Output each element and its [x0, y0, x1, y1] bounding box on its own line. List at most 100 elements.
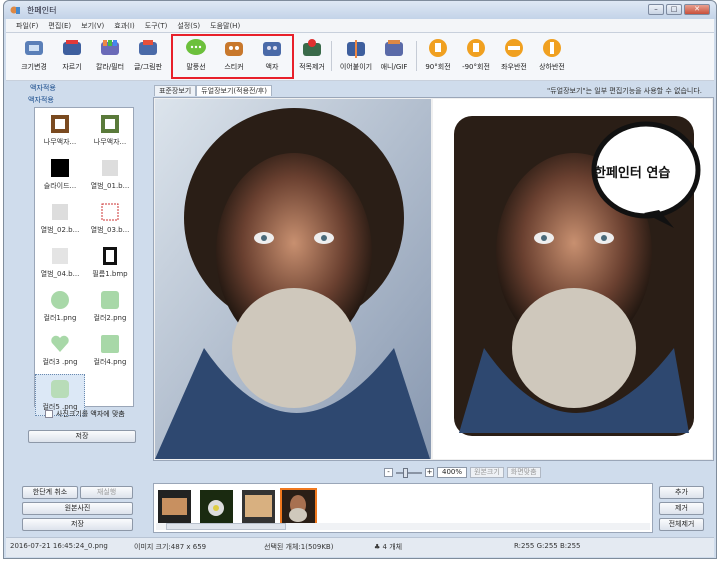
menu-tools[interactable]: 도구(T)	[141, 21, 172, 31]
status-rgb: R:255 G:255 B:255	[514, 542, 581, 550]
remove-all-button[interactable]: 전체제거	[659, 518, 704, 531]
status-count: ♣ 4 개체	[374, 542, 402, 552]
film-thumb-selected[interactable]	[280, 488, 317, 525]
frame-item[interactable]: 나무액자...	[85, 110, 135, 152]
zoom-out-button[interactable]: -	[384, 468, 393, 477]
zoom-slider[interactable]	[396, 467, 422, 478]
menu-edit[interactable]: 편집(E)	[44, 21, 75, 31]
film-thumb[interactable]	[158, 490, 191, 523]
add-button[interactable]: 추가	[659, 486, 704, 499]
red-eye-icon	[301, 37, 323, 59]
frame-label: 컬러4.png	[93, 358, 127, 366]
gif-button[interactable]: 애니/GIF	[372, 37, 416, 77]
frame-label: 열범_04.b...	[40, 270, 80, 278]
color-frame-icon	[100, 290, 120, 310]
frame-item[interactable]: 필름1.bmp	[85, 242, 135, 284]
color-filter-icon	[99, 37, 121, 59]
frame-item[interactable]: 컬러4.png	[85, 330, 135, 372]
frame-label: 나무액자...	[43, 138, 77, 146]
flip-vertical-icon	[541, 37, 563, 59]
frame-label: 컬러2.png	[93, 314, 127, 322]
frame-label: 열범_03.b...	[90, 226, 130, 234]
zoom-in-button[interactable]: +	[425, 468, 434, 477]
app-logo-icon	[10, 5, 21, 16]
album-frame-icon	[50, 202, 70, 222]
merge-icon	[345, 37, 367, 59]
filmstrip-scrollbar[interactable]	[156, 523, 650, 530]
zoom-value[interactable]: 400%	[437, 467, 468, 478]
save-button[interactable]: 저장	[22, 518, 133, 531]
flip-horizontal-icon	[503, 37, 525, 59]
frame-item[interactable]: 컬러2.png	[85, 286, 135, 328]
film-thumb[interactable]	[242, 490, 275, 523]
panel-title: 액자적용	[30, 84, 56, 92]
menu-file[interactable]: 파일(F)	[12, 21, 42, 31]
image-canvas[interactable]: 한페인터 연습	[153, 97, 714, 461]
frame-item[interactable]: 슬라이드...	[35, 154, 85, 196]
status-count-text: 4 개체	[382, 543, 403, 551]
frame-item[interactable]: 나무액자...	[35, 110, 85, 152]
zoom-slider-handle[interactable]	[403, 467, 408, 478]
red-eye-button[interactable]: 적목제거	[290, 37, 334, 77]
maximize-button[interactable]: □	[666, 4, 682, 15]
tool-label: 애니/GIF	[380, 63, 408, 71]
crop-icon	[61, 37, 83, 59]
redo-button[interactable]: 재실행	[80, 486, 133, 499]
image-filmstrip	[153, 483, 653, 533]
album-frame-icon	[100, 202, 120, 222]
frame-save-button[interactable]: 저장	[28, 430, 136, 443]
minimize-button[interactable]: –	[648, 4, 664, 15]
zoom-bar: - + 400% 원본크기 화면맞춤	[384, 467, 541, 478]
frame-item[interactable]: 컬러3 .png	[35, 330, 85, 372]
tool-label: 글/그림판	[133, 63, 163, 71]
wood-frame-icon	[50, 114, 70, 134]
frame-label: 열범_02.b...	[40, 226, 80, 234]
remove-button[interactable]: 제거	[659, 502, 704, 515]
frame-list: 나무액자... 나무액자... 슬라이드... 열범_01.b... 열범_02…	[34, 107, 135, 416]
color-frame-icon	[50, 290, 70, 310]
text-drawing-button[interactable]: 글/그림판	[126, 37, 170, 77]
frame-label: 컬러1.png	[43, 314, 77, 322]
frame-label: 나무액자...	[93, 138, 127, 146]
color-frame-icon	[50, 334, 70, 354]
frame-item[interactable]: 열범_01.b...	[85, 154, 135, 196]
original-photo-button[interactable]: 원본사진	[22, 502, 133, 515]
undo-button[interactable]: 한단계 취소	[22, 486, 78, 499]
resize-icon	[23, 37, 45, 59]
tab-dual-view[interactable]: 듀얼장보기(적용전/후)	[196, 85, 272, 96]
menu-effect[interactable]: 효과(I)	[110, 21, 138, 31]
rotate-right-icon	[427, 37, 449, 59]
fit-screen-button[interactable]: 화면맞춤	[506, 467, 541, 478]
actual-size-button[interactable]: 원본크기	[470, 467, 504, 478]
frame-label: 슬라이드...	[43, 182, 77, 190]
menu-help[interactable]: 도움말(H)	[206, 21, 244, 31]
menu-view[interactable]: 보기(V)	[77, 21, 108, 31]
menu-settings[interactable]: 설정(S)	[173, 21, 204, 31]
frame-panel: 액자적용 액자적용 나무액자... 나무액자... 슬라이드... 열범_01.…	[18, 83, 150, 449]
close-button[interactable]: ✕	[684, 4, 710, 15]
scroll-thumb[interactable]	[166, 523, 286, 530]
film-frame-icon	[100, 246, 120, 266]
fit-option[interactable]: 사진크기를 액자에 맞춤	[45, 409, 125, 419]
film-thumb[interactable]	[200, 490, 233, 523]
toolbar-separator	[331, 41, 332, 71]
tool-label: 상하반전	[539, 63, 565, 71]
frame-item[interactable]: 컬러1.png	[35, 286, 85, 328]
frame-item[interactable]: 열범_02.b...	[35, 198, 85, 240]
color-frame-icon	[100, 334, 120, 354]
title-bar: 한페인터 – □ ✕	[4, 1, 716, 19]
status-selected: 선택된 개체:1(509KB)	[264, 543, 334, 551]
flip-vertical-button[interactable]: 상하반전	[530, 37, 574, 77]
fit-checkbox[interactable]	[45, 410, 53, 418]
frame-item[interactable]: 열범_03.b...	[85, 198, 135, 240]
frame-item[interactable]: 열범_04.b...	[35, 242, 85, 284]
menu-bar: 파일(F) 편집(E) 보기(V) 효과(I) 도구(T) 설정(S) 도움말(…	[6, 19, 714, 33]
dual-view-notice: "듀얼장보기"는 일부 편집기능을 사용할 수 없습니다.	[546, 87, 702, 95]
text-drawing-icon	[137, 37, 159, 59]
album-frame-icon	[50, 246, 70, 266]
tool-label: 적목제거	[299, 63, 325, 71]
panel-tab[interactable]: 액자적용	[28, 95, 150, 105]
tab-standard-view[interactable]: 표준장보기	[154, 85, 197, 96]
file-stack-icon: ♣	[374, 543, 383, 551]
gif-icon	[383, 37, 405, 59]
